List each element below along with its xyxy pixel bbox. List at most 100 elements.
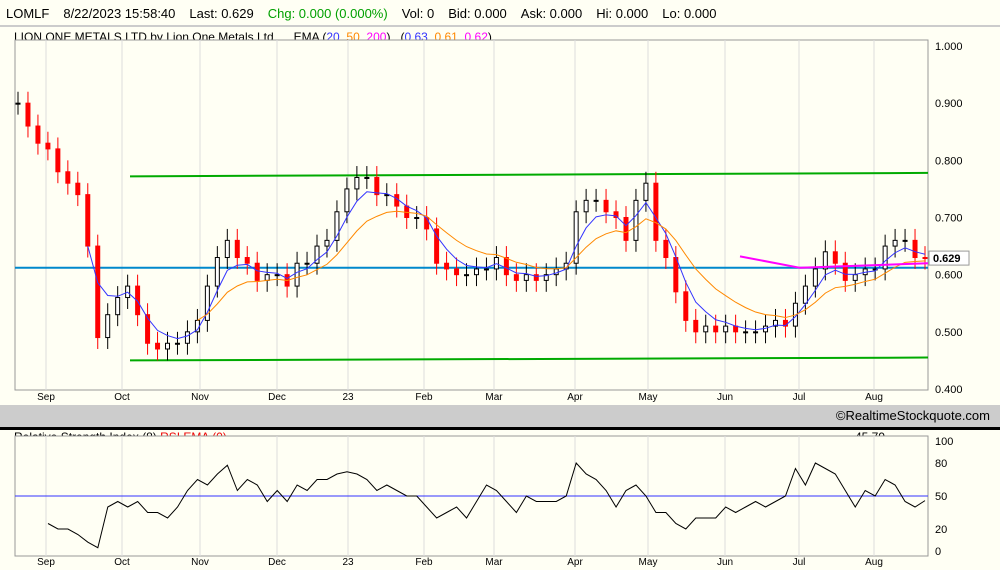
candle-body bbox=[214, 257, 220, 287]
candle-body bbox=[653, 182, 659, 241]
x-tick-label: Dec bbox=[268, 392, 286, 403]
candle-body bbox=[244, 257, 250, 264]
candle-body bbox=[902, 239, 908, 242]
candle-body bbox=[85, 194, 91, 247]
rsi-x-tick-label: Jul bbox=[793, 557, 806, 568]
y-tick-label: 0.500 bbox=[935, 327, 963, 339]
x-tick-label: May bbox=[639, 392, 658, 403]
candle-body bbox=[832, 251, 838, 264]
x-tick-label: Jul bbox=[793, 392, 806, 403]
candle-body bbox=[473, 268, 479, 276]
candle-body bbox=[713, 325, 719, 333]
candle-body bbox=[234, 239, 240, 259]
candle-body bbox=[424, 217, 430, 230]
candle-body bbox=[703, 325, 709, 333]
candle-body bbox=[743, 331, 749, 334]
rsi-x-tick-label: 23 bbox=[342, 557, 354, 568]
candle-body bbox=[174, 342, 180, 345]
rsi-y-tick-label: 20 bbox=[935, 524, 947, 536]
y-tick-label: 0.600 bbox=[935, 270, 963, 282]
rsi-y-tick-label: 100 bbox=[935, 436, 953, 448]
candle-body bbox=[892, 239, 898, 247]
candle-body bbox=[733, 325, 739, 333]
candle-body bbox=[254, 262, 260, 281]
candle-body bbox=[15, 102, 21, 105]
candle-body bbox=[155, 342, 161, 350]
rsi-x-tick-label: Nov bbox=[191, 557, 209, 568]
candle-body bbox=[723, 325, 729, 333]
candle-body bbox=[165, 342, 171, 350]
candle-body bbox=[483, 268, 489, 271]
candle-body bbox=[683, 291, 689, 321]
candle-body bbox=[374, 176, 380, 196]
candle-body bbox=[643, 182, 649, 201]
candle-body bbox=[673, 257, 679, 293]
rsi-x-tick-label: Aug bbox=[865, 557, 883, 568]
rsi-y-tick-label: 0 bbox=[935, 546, 941, 558]
rsi-x-tick-label: May bbox=[639, 557, 658, 568]
candle-body bbox=[852, 274, 858, 281]
candle-body bbox=[115, 297, 121, 316]
candle-body bbox=[802, 285, 808, 304]
candle-body bbox=[513, 274, 519, 281]
candle-body bbox=[95, 245, 101, 339]
candle-body bbox=[75, 182, 81, 196]
last-price-label: 0.629 bbox=[933, 253, 961, 265]
rsi-y-tick-label: 50 bbox=[935, 491, 947, 503]
candle-body bbox=[224, 239, 230, 259]
candle-body bbox=[603, 199, 609, 213]
rsi-x-tick-label: Sep bbox=[37, 557, 55, 568]
x-tick-label: Sep bbox=[37, 392, 55, 403]
candle-body bbox=[414, 217, 420, 219]
price-plot-frame bbox=[14, 39, 929, 391]
x-tick-label: Jun bbox=[717, 392, 733, 403]
rsi-x-tick-label: Dec bbox=[268, 557, 286, 568]
candle-body bbox=[45, 142, 51, 150]
candle-body bbox=[593, 199, 599, 202]
x-tick-label: Mar bbox=[485, 392, 503, 403]
candle-body bbox=[912, 239, 918, 259]
candle-body bbox=[184, 331, 190, 344]
candle-body bbox=[633, 199, 639, 241]
candle-body bbox=[523, 274, 529, 281]
candle-body bbox=[354, 176, 360, 190]
candle-body bbox=[464, 274, 470, 277]
candle-body bbox=[274, 274, 280, 277]
candle-body bbox=[35, 125, 41, 144]
x-tick-label: Apr bbox=[567, 392, 583, 403]
chart-canvas: Sep Sep Oct Oct Nov Nov Dec Dec 23 23 Feb Feb Mar Mar… bbox=[14, 39, 970, 568]
rsi-x-tick-label: Jun bbox=[717, 557, 733, 568]
candle-body bbox=[25, 102, 31, 127]
candle-body bbox=[394, 194, 400, 207]
candle-body bbox=[264, 274, 270, 281]
candle-body bbox=[454, 268, 460, 276]
y-tick-label: 0.900 bbox=[935, 98, 963, 110]
candle-body bbox=[344, 188, 350, 213]
y-tick-label: 0.400 bbox=[935, 384, 963, 396]
x-tick-label: 23 bbox=[342, 392, 354, 403]
candle-body bbox=[364, 176, 370, 179]
candle-body bbox=[65, 171, 71, 184]
x-tick-label: Aug bbox=[865, 392, 883, 403]
y-tick-label: 0.800 bbox=[935, 155, 963, 167]
candle-body bbox=[812, 268, 818, 287]
rsi-y-tick-label: 80 bbox=[935, 458, 947, 470]
candle-body bbox=[922, 257, 928, 260]
candle-body bbox=[503, 257, 509, 276]
x-tick-label: Nov bbox=[191, 392, 209, 403]
y-tick-label: 0.700 bbox=[935, 213, 963, 225]
rsi-x-tick-label: Feb bbox=[415, 557, 433, 568]
candle-body bbox=[304, 262, 310, 265]
candle-body bbox=[663, 239, 669, 259]
rsi-x-tick-label: Mar bbox=[485, 557, 503, 568]
candle-body bbox=[623, 217, 629, 241]
candle-body bbox=[753, 331, 759, 334]
rsi-x-tick-label: Oct bbox=[114, 557, 130, 568]
candle-body bbox=[583, 199, 589, 213]
candle-body bbox=[294, 262, 300, 287]
candle-body bbox=[444, 262, 450, 270]
candle-body bbox=[693, 319, 699, 333]
candle-body bbox=[105, 314, 111, 339]
y-tick-label: 1.000 bbox=[935, 41, 963, 53]
candle-body bbox=[55, 148, 61, 173]
